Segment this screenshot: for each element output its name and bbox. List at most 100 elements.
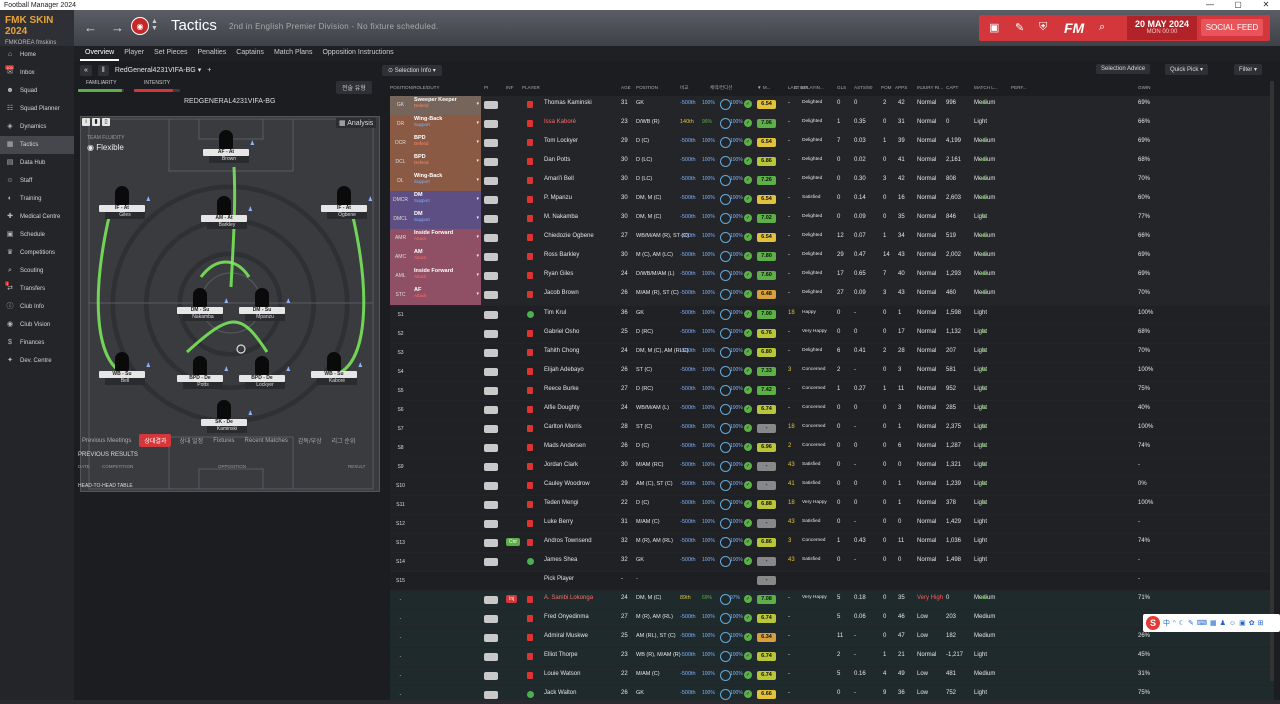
player-instructions-toggle[interactable] [484,615,498,624]
table-row[interactable]: S1 Tim Krul 36 GK -500th 100% 100% ✓ 7.00 18 Happy… [390,305,1274,325]
pitch-player-card[interactable]: AF - At Brown ♟ [203,130,255,165]
column-header[interactable]: ASTS/90 [854,85,872,90]
tray-icon[interactable]: ✎ [1188,619,1194,627]
table-row[interactable]: GK Sweeper Keeper Defend ▾ Thomas Kaminski 31… [390,96,1274,116]
info-icon[interactable]: i [82,118,90,126]
player-instructions-toggle[interactable] [484,291,498,300]
player-instructions-toggle[interactable] [484,596,498,605]
player-instructions-toggle[interactable] [484,329,498,338]
player-name[interactable]: Elijah Adebayo [544,367,584,373]
tray-icon[interactable]: ☾ [1179,619,1185,627]
player-name[interactable]: Fred Onyedinma [544,614,589,620]
player-name[interactable]: Luke Berry [544,519,573,525]
table-row[interactable]: DR Wing-Back Support ▾ Issa Kaboré 23 D/WB (R)… [390,115,1274,135]
player-name[interactable]: Amari'i Bell [544,176,574,182]
player-name[interactable]: Thomas Kaminski [544,100,592,106]
pitch-player-card[interactable]: AM - At Barkley ♟ [201,196,253,231]
player-name[interactable]: Carlton Morris [544,424,582,430]
sidebar-item-competitions[interactable]: ♛ Competitions [0,244,74,262]
sidebar-item-squad[interactable]: ☻ Squad [0,82,74,100]
column-header[interactable]: PLAYER [522,85,540,90]
table-row[interactable]: S5 Reece Burke 27 D (RC) -500th 100% 100% ✓ 7.42… [390,381,1274,401]
column-header[interactable]: PERF... [1011,85,1027,90]
tray-icon[interactable]: ▣ [1239,619,1246,627]
player-instructions-toggle[interactable] [484,424,498,433]
sidebar-item-finances[interactable]: $ Finances [0,334,74,352]
table-row[interactable]: AMC AM Attack ▾ Ross Barkley 30 M (C), AM (LC)… [390,248,1274,268]
tray-icon[interactable]: ♟ [1220,619,1226,627]
table-row[interactable]: S9 Jordan Clark 30 M/AM (RC) -500th 100% 100% ✓… [390,457,1274,477]
column-header[interactable]: APPS [895,85,907,90]
table-row[interactable]: - Fred Onyedinma 27 M (R), AM (RL) -500th 100… [390,610,1274,630]
sidebar-item-inbox[interactable]: ✉ Inbox 105 [0,64,74,82]
tray-icon[interactable]: ⊞ [1258,619,1264,627]
tray-icon[interactable]: ✿ [1249,619,1255,627]
maximize-button[interactable]: ▢ [1224,0,1252,10]
tab-opposition-instructions[interactable]: Opposition Instructions [317,46,398,61]
info-tab[interactable]: 상대결과 [139,434,172,447]
column-header[interactable]: GLS [837,85,846,90]
player-instructions-toggle[interactable] [484,367,498,376]
table-row[interactable]: - Elliot Thorpe 23 WB (R), M/AM (R) -500th 10… [390,648,1274,668]
role-duty-selector[interactable]: Wing-Back Support ▾ [411,172,481,191]
analysis-button[interactable]: ▦ Analysis [336,118,377,128]
column-header[interactable]: INF [506,85,513,90]
table-row[interactable]: AML Inside Forward Attack ▾ Ryan Giles 24 D/WB… [390,267,1274,287]
player-instructions-toggle[interactable] [484,558,498,567]
sidebar-item-club-info[interactable]: ⓘ Club Info [0,298,74,316]
player-name[interactable]: Admiral Muskwe [544,633,588,639]
filter-button[interactable]: Filter ▾ [1234,64,1263,75]
info-tab[interactable]: Previous Meetings [80,436,133,446]
column-header[interactable]: POSITION/ROLE/DUTY [390,85,440,90]
table-row[interactable]: S13 Cnr Andros Townsend 32 M (R), AM (RL) -50… [390,534,1274,554]
player-name[interactable]: M. Nakamba [544,214,578,220]
player-instructions-toggle[interactable] [484,634,498,643]
pitch-player-card[interactable]: DM - Su Mpanzu ♟ [239,288,291,323]
table-row[interactable]: - Admiral Muskwe 25 AM (RL), ST (C) -500th 10… [390,629,1274,649]
player-instructions-toggle[interactable] [484,215,498,224]
table-row[interactable]: S6 Alfie Doughty 24 WB/M/AM (L) -500th 100% 10… [390,400,1274,420]
table-row[interactable]: S12 Luke Berry 31 M/AM (C) -500th 100% 100% ✓ -4… [390,515,1274,535]
pitch-player-card[interactable]: IF - At Ogbene ♟ [321,186,373,221]
table-row[interactable]: S15 Pick Player - - - - [390,572,1274,592]
role-duty-selector[interactable]: Sweeper Keeper Defend ▾ [411,96,481,115]
familiarity-bar[interactable] [78,89,124,92]
fmp-icon[interactable]: ▣ [989,21,999,34]
role-duty-selector[interactable]: Inside Forward Attack ▾ [411,267,481,286]
player-name[interactable]: Ross Barkley [544,252,579,258]
tab-player[interactable]: Player [119,46,149,61]
back-icon[interactable]: ← [84,20,97,35]
column-header[interactable]: CAPT [946,85,958,90]
sidebar-item-scouting[interactable]: ⌕ Scouting [0,262,74,280]
chevron-updown-icon[interactable]: ▲ ▼ [151,18,158,32]
player-name[interactable]: Elliot Thorpe [544,652,578,658]
column-header[interactable]: POSITION [636,85,658,90]
player-instructions-toggle[interactable] [484,158,498,167]
player-name[interactable]: Mads Andersen [544,443,586,449]
player-instructions-toggle[interactable] [484,272,498,281]
info-tab[interactable]: 감독/부상 [296,434,324,447]
pitch-player-card[interactable]: IF - At Giles ♟ [99,186,151,221]
player-name[interactable]: Gabriel Osho [544,329,579,335]
player-instructions-toggle[interactable] [484,139,498,148]
tray-icon[interactable]: ᐢ [1173,619,1176,627]
player-instructions-toggle[interactable] [484,672,498,681]
selection-advice-button[interactable]: Selection Advice [1096,64,1151,74]
info-tab[interactable]: Fixtures [211,436,236,446]
stats-icon[interactable]: ▯ [102,118,110,126]
table-scrollbar[interactable] [1270,81,1274,681]
info-tab[interactable]: Recent Matches [243,436,290,446]
selection-info-button[interactable]: ⊙ Selection Info ▾ [382,65,442,76]
table-row[interactable]: S4 Elijah Adebayo 26 ST (C) -500th 100% 100% ✓ 7… [390,362,1274,382]
table-row[interactable]: STC AF Attack ▾ Jacob Brown 26 M/AM (R), ST (C… [390,286,1274,306]
table-row[interactable]: AMR Inside Forward Attack ▾ Chiedozie Ogbene… [390,229,1274,249]
date-display[interactable]: 20 MAY 2024 MON 00:00 [1127,16,1197,40]
tray-icon[interactable]: ▦ [1210,619,1217,627]
table-row[interactable]: DCR BPD Defend ▾ Tom Lockyer 29 D (C) -500th 100… [390,134,1274,154]
player-name[interactable]: Andros Townsend [544,538,592,544]
sidebar-item-tactics[interactable]: ▦ Tactics [0,136,74,154]
table-row[interactable]: S10 Cauley Woodrow 29 AM (C), ST (C) -500th 1… [390,476,1274,496]
edit-icon[interactable]: ✎ [1015,21,1024,34]
column-header[interactable]: GWIN [1138,85,1151,90]
collapse-button[interactable]: « [80,64,92,76]
